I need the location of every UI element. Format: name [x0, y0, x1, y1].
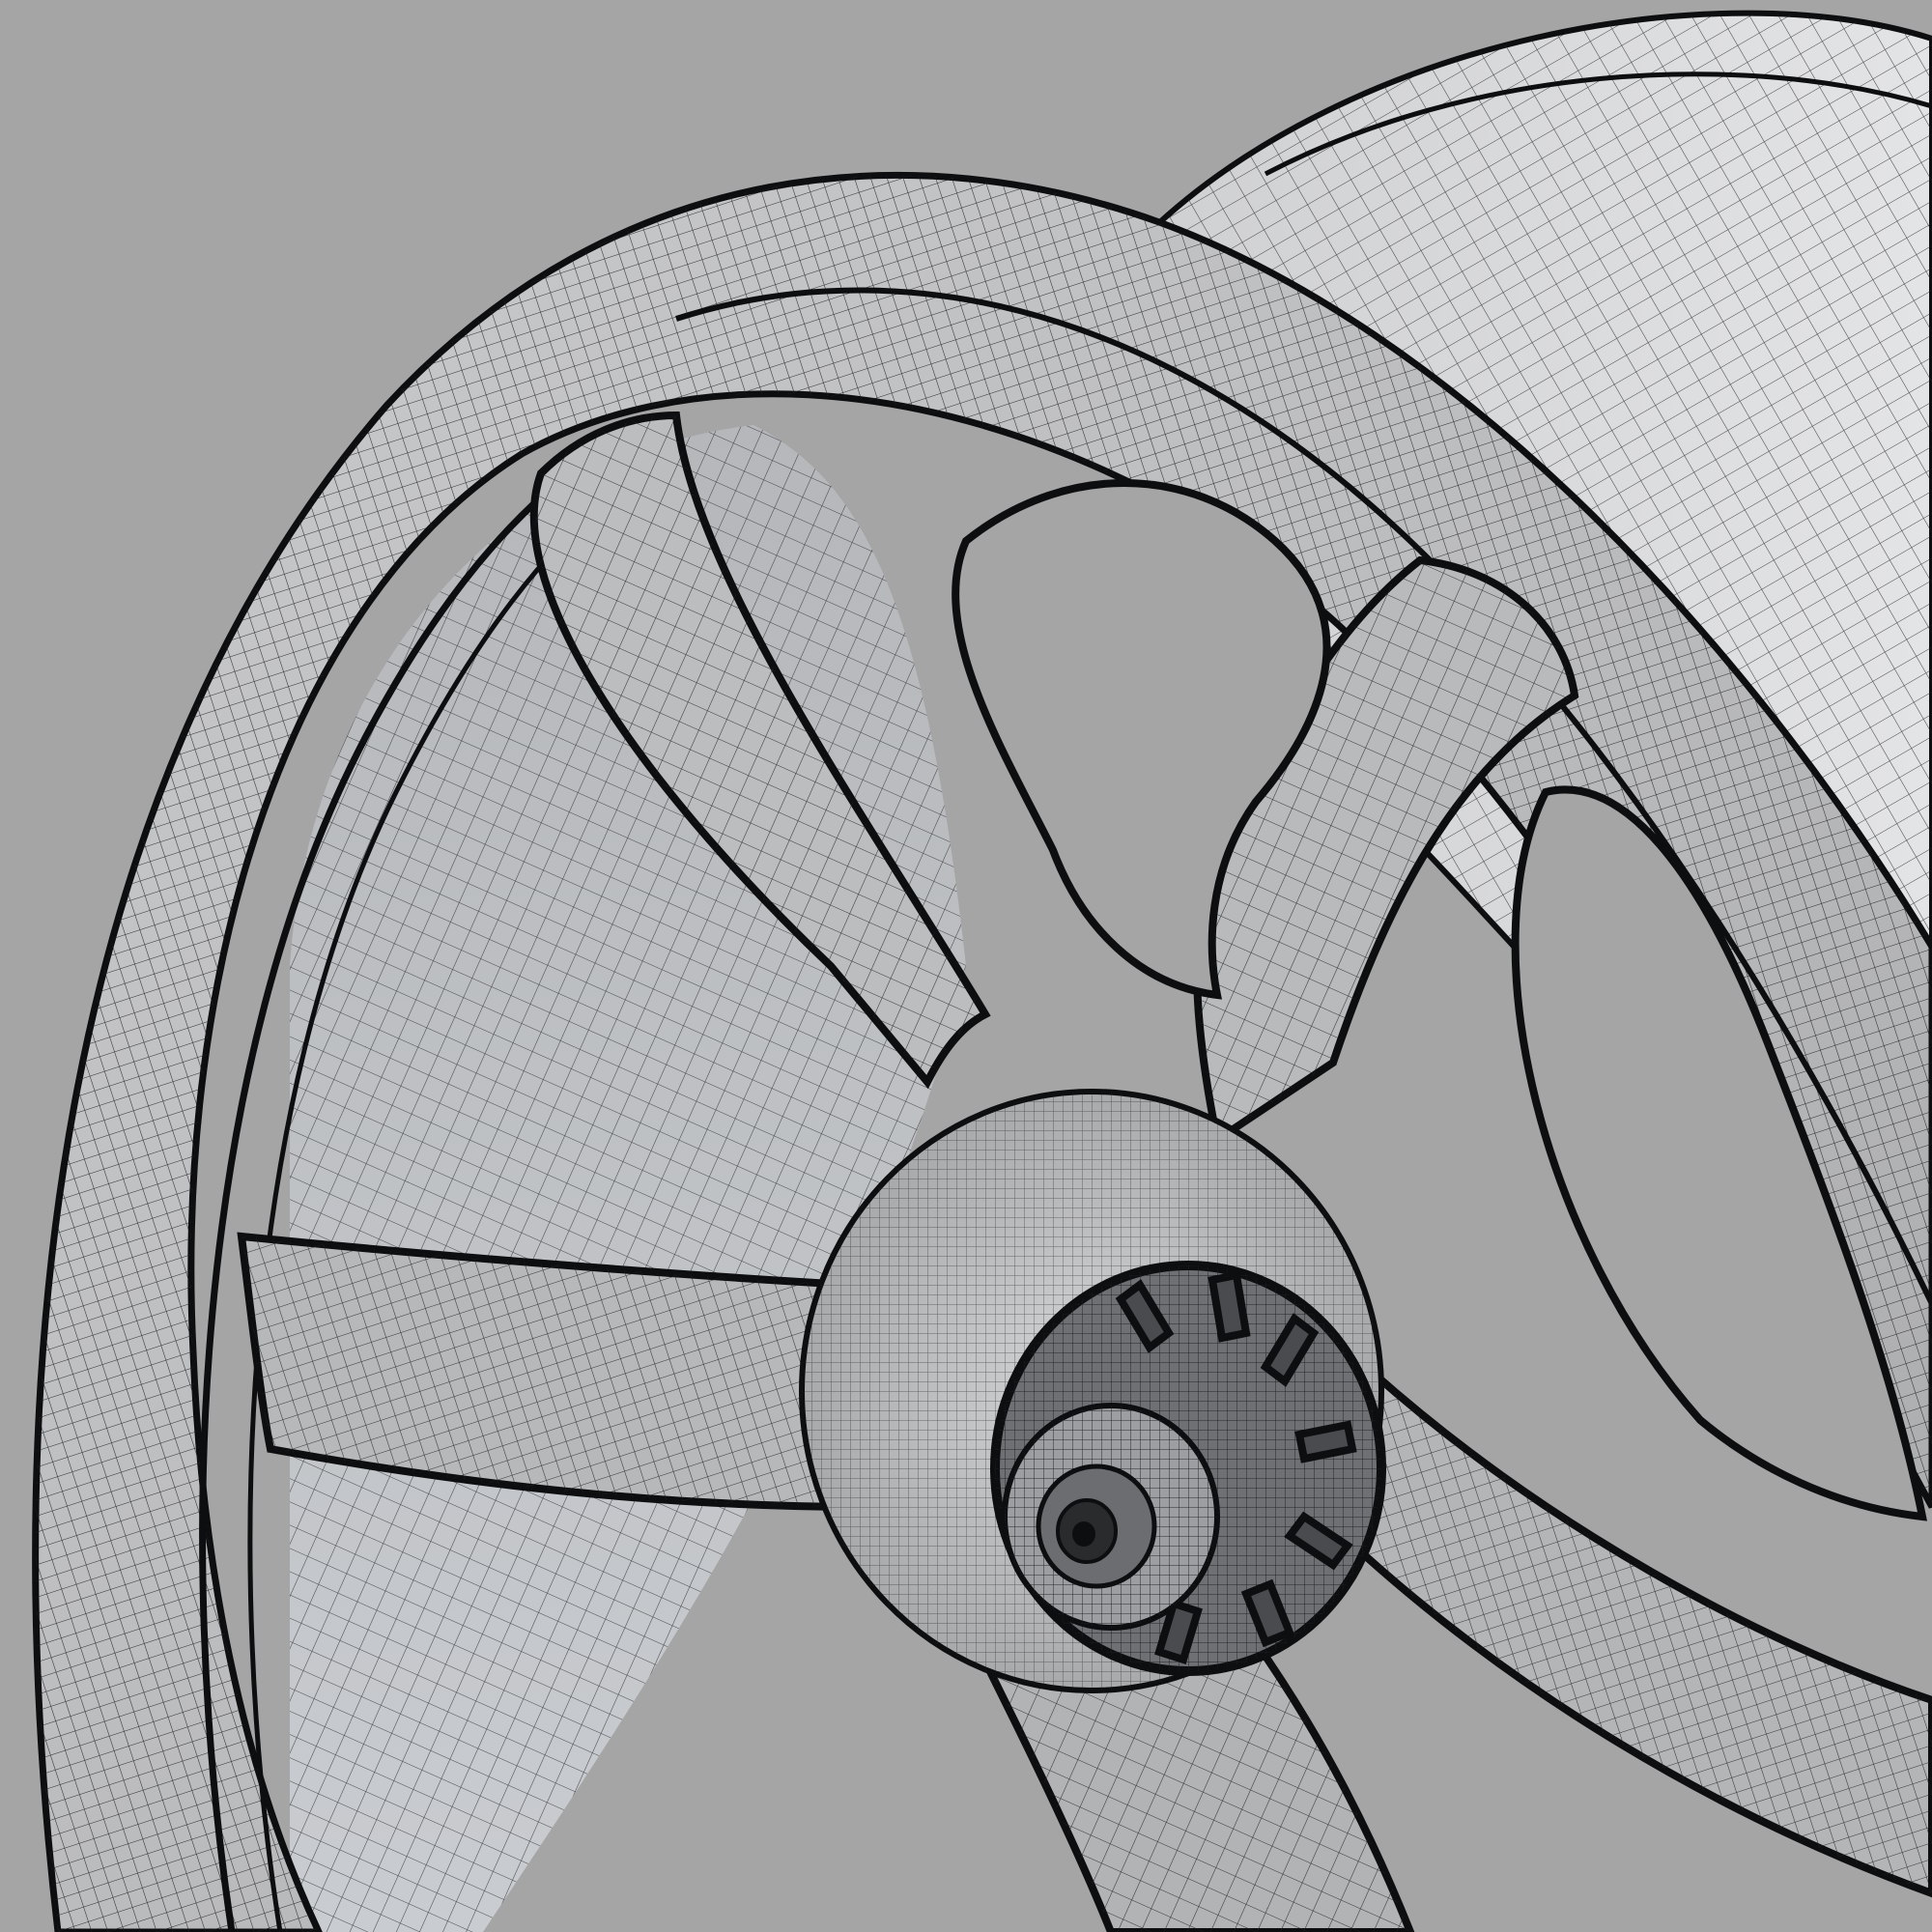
wheel-render — [32, 10, 1932, 1932]
viewport — [0, 0, 1932, 1932]
hub — [799, 1089, 1386, 1693]
